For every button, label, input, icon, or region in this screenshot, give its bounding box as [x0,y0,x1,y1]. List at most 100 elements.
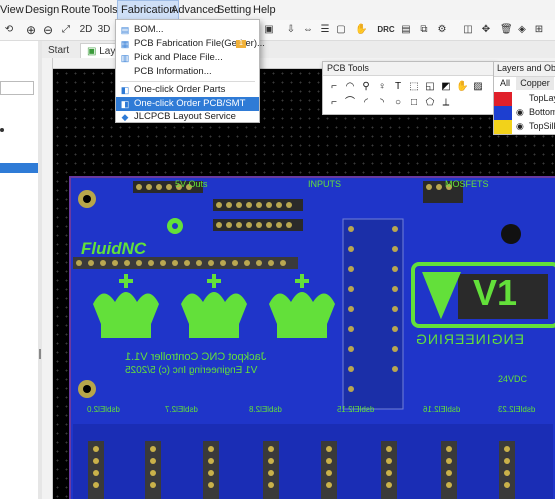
measure-icon[interactable]: ⇔ [302,21,314,39]
pick-place-icon: ▥ [120,53,130,63]
pcb-canvas[interactable]: 5V Outs INPUTS MOSFETS FluidNC Jackpot C… [53,69,555,499]
pcb-doc-icon: ▣ [87,46,97,57]
rect-icon[interactable]: □ [408,97,420,109]
hand-icon[interactable]: ✋ [355,21,367,39]
measure-tool-icon[interactable]: ⟂ [440,97,452,109]
silk-title-line2: V1 Engineering Inc (c) 5/2025 [125,365,258,376]
curve-icon[interactable]: ◜ [360,97,372,109]
toolbar: ⟲ ⊕ ⊖ ⤢ 2D 3D ▣ ⇩ ⇔ ☰ ▢ ✋ DRC ▤ ⧉ ⚙ ◫ ✥ … [0,20,555,41]
drc-button[interactable]: DRC [376,21,396,39]
layers-tab-copper[interactable]: Copper [516,77,554,90]
menu-item-bom[interactable]: ▤ BOM... [116,23,259,37]
menu-advanced[interactable]: Advanced [171,0,220,20]
menu-view[interactable]: View [0,0,24,20]
silk-mosfets: MOSFETS [445,179,489,189]
trash-icon[interactable]: 🗑 [500,21,513,39]
dimension-icon[interactable]: ◩ [440,81,452,93]
region-icon[interactable]: ◱ [424,81,436,93]
left-panel-input[interactable] [0,81,34,95]
tab-start[interactable]: Start [42,43,76,58]
text-icon[interactable]: T [392,81,404,93]
silk-label-5: dsblEl2.23 [498,405,536,414]
image-tool-icon[interactable]: ▨ [472,81,484,93]
layer-row-bottom[interactable]: ◉ BottomL [494,106,555,120]
zoom-in-icon[interactable]: ⊕ [24,21,38,39]
menu-route[interactable]: Route [61,0,90,20]
gear-icon[interactable]: ⚙ [436,21,448,39]
arc-icon[interactable]: ◠ [344,81,356,93]
menu-item-order-pcb[interactable]: ◧ One-click Order PCB/SMT [116,97,259,111]
ruler-vertical [42,58,53,499]
layers-tab-all[interactable]: All [497,77,513,90]
silk-label-0: dsblEl2.0 [87,405,120,414]
zoom-out-icon[interactable]: ⊖ [41,21,55,39]
gerber-badge: 1 [236,40,246,48]
layer-color-swatch [494,120,512,134]
menu-item-pcb-info[interactable]: PCB Information... [116,65,259,79]
checklist-icon[interactable]: ☰ [319,21,331,39]
fillet-icon[interactable]: ◝ [376,97,388,109]
silk-24vdc: 24VDC [498,374,528,384]
menu-item-order-parts[interactable]: ◧ One-click Order Parts [116,83,259,97]
menu-help[interactable]: Help [253,0,276,20]
fit-icon[interactable]: ⤢ [60,21,72,39]
pin-icon[interactable]: ♀ [376,81,388,93]
pcb-tools-header[interactable]: PCB Tools [323,62,495,76]
image-icon[interactable]: ▢ [335,21,347,39]
menu-design[interactable]: Design [25,0,59,20]
layer-label: TopSilk [529,121,555,131]
copy-icon[interactable]: ⧉ [418,21,430,39]
gerber-icon: ▦ [120,39,130,49]
silk-inputs: INPUTS [308,179,342,189]
layer-label: BottomL [529,107,555,117]
arc-line-icon[interactable]: ⌒ [344,97,356,109]
hand-tool-icon[interactable]: ✋ [456,81,468,93]
silk-label-3: dsblEl2.15 [337,405,375,414]
bottom-components [73,424,553,499]
silk-engineering: ENGINEERING [415,331,525,347]
silk-label-2: dsblEl2.8 [249,405,282,414]
left-panel [0,41,39,499]
layers-stack-icon[interactable]: ◈ [516,21,528,39]
move-icon[interactable]: ✥ [480,21,492,39]
undo-icon[interactable]: ⟲ [3,21,15,39]
bom-icon: ▤ [120,25,130,35]
eye-icon[interactable]: ◉ [516,107,524,118]
order-pcb-icon: ◧ [120,99,130,109]
layers-header: Layers and Objects [494,62,555,77]
silk-5v-outs: 5V Outs [175,179,208,189]
menu-item-gerber[interactable]: ▦ PCB Fabrication File(Gerber)... 1 [116,37,265,51]
left-panel-selected-item[interactable] [0,163,38,173]
line-icon[interactable]: ⌐ [328,97,340,109]
menu-tools[interactable]: Tools [92,0,118,20]
grid-icon[interactable]: ⊞ [533,21,545,39]
route-track-icon[interactable]: ⌐ [328,81,340,93]
order-parts-icon: ◧ [120,85,130,95]
silk-v1-text: V1 [473,272,518,313]
layer-row-silk[interactable]: ◉ TopSilk [494,120,555,134]
menu-item-pick-place[interactable]: ▥ Pick and Place File... [116,51,259,65]
copper-area-icon[interactable]: ⬚ [408,81,420,93]
table-icon[interactable]: ▤ [400,21,412,39]
layer-color-swatch [494,92,512,106]
menu-separator [120,81,255,82]
jlc-icon: ◆ [121,112,129,122]
menu-item-jlc-layout[interactable]: ◆ JLCPCB Layout Service [116,111,259,122]
eye-icon[interactable]: ◉ [516,121,524,132]
left-panel-bullet [0,128,4,132]
menu-setting[interactable]: Setting [217,0,251,20]
via-icon[interactable]: ⚲ [360,81,372,93]
layer-label: TopLaye [529,93,555,103]
polygon-icon[interactable]: ⬠ [424,97,436,109]
silk-title-line1: Jackpot CNC Controller V1.1 [125,351,267,363]
silk-brand: FluidNC [81,239,147,258]
circle-icon[interactable]: ○ [392,97,404,109]
pcb-tools-panel: PCB Tools ⌐ ◠ ⚲ ♀ T ⬚ ◱ ◩ ✋ ▨ ⌐ ⌒ ◜ ◝ ○ … [322,61,496,115]
pad-icon[interactable]: ◫ [462,21,474,39]
pcb-tools-title: PCB Tools [327,63,369,73]
view-2d-button[interactable]: 2D [79,21,93,39]
layer-row-top[interactable]: TopLaye [494,92,555,106]
export-icon[interactable]: ⇩ [285,21,297,39]
view-3d-button[interactable]: 3D [97,21,111,39]
fabrication-menu: ▤ BOM... ▦ PCB Fabrication File(Gerber).… [115,19,265,123]
